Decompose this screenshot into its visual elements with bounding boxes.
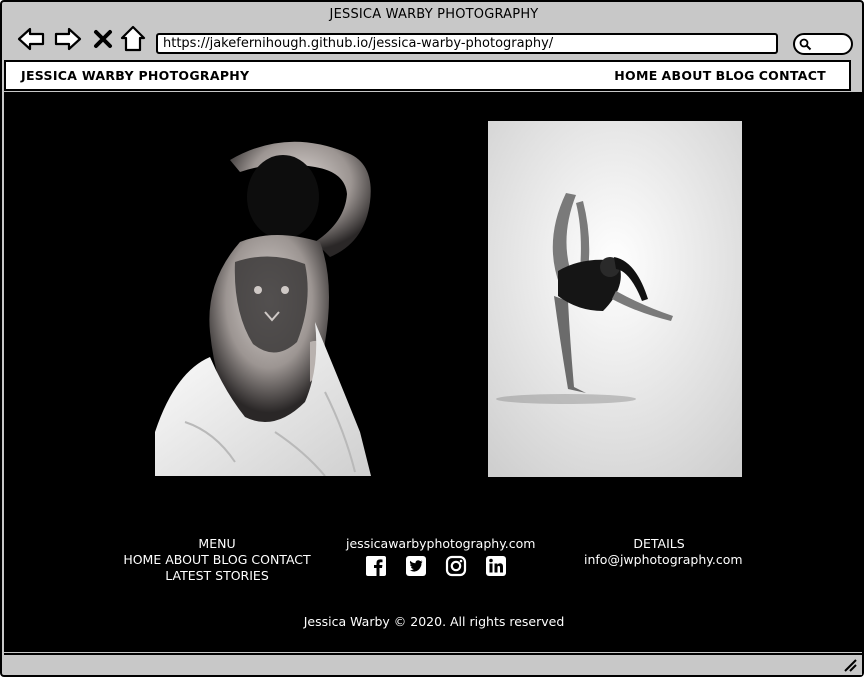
resize-handle-icon[interactable] [842, 657, 858, 673]
site-header: JESSICA WARBY PHOTOGRAPHY HOME ABOUT BLO… [4, 60, 851, 91]
instagram-icon[interactable] [445, 555, 467, 577]
facebook-icon[interactable] [365, 555, 387, 577]
footer-details: DETAILS info@jwphotography.com [584, 536, 743, 568]
page-content: MENU HOME ABOUT BLOG CONTACT LATEST STOR… [4, 92, 864, 652]
window-title: JESSICA WARBY PHOTOGRAPHY [329, 7, 539, 22]
footer-site-link[interactable]: jessicawarbyphotography.com [346, 536, 535, 552]
nav-link-contact[interactable]: CONTACT [759, 68, 826, 83]
home-icon[interactable] [118, 24, 148, 54]
footer-social: jessicawarbyphotography.com [346, 536, 535, 577]
close-x-icon[interactable] [90, 24, 116, 54]
footer-menu-heading: MENU [198, 536, 236, 551]
footer-details-heading: DETAILS [633, 536, 685, 551]
search-icon [799, 38, 812, 51]
browser-window: JESSICA WARBY PHOTOGRAPHY https://jakefe… [0, 0, 864, 677]
back-arrow-icon[interactable] [16, 24, 46, 54]
photo-dancer-kick[interactable] [488, 121, 742, 477]
browser-search-box[interactable] [793, 33, 853, 55]
nav-link-about[interactable]: ABOUT [662, 68, 712, 83]
address-bar[interactable]: https://jakefernihough.github.io/jessica… [156, 33, 778, 54]
footer-menu: MENU HOME ABOUT BLOG CONTACT LATEST STOR… [122, 536, 312, 584]
copyright-text: Jessica Warby © 2020. All rights reserve… [303, 614, 565, 629]
nav-link-blog[interactable]: BLOG [716, 68, 755, 83]
footer-link-contact[interactable]: CONTACT [251, 552, 310, 568]
footer-email-link[interactable]: info@jwphotography.com [584, 552, 743, 568]
footer-link-blog[interactable]: BLOG [213, 552, 248, 568]
footer-link-latest-stories[interactable]: LATEST STORIES [122, 568, 312, 584]
footer-link-about[interactable]: ABOUT [165, 552, 209, 568]
photo-tattooed-back[interactable] [155, 132, 371, 477]
social-icons [346, 555, 526, 577]
linkedin-icon[interactable] [485, 555, 507, 577]
twitter-icon[interactable] [405, 555, 427, 577]
header-nav: HOME ABOUT BLOG CONTACT [614, 68, 826, 83]
site-logo[interactable]: JESSICA WARBY PHOTOGRAPHY [21, 68, 249, 83]
footer-menu-links: HOME ABOUT BLOG CONTACT [122, 552, 312, 568]
browser-status-bar [4, 653, 862, 675]
nav-link-home[interactable]: HOME [614, 68, 657, 83]
footer-link-home[interactable]: HOME [123, 552, 161, 568]
forward-arrow-icon[interactable] [53, 24, 83, 54]
